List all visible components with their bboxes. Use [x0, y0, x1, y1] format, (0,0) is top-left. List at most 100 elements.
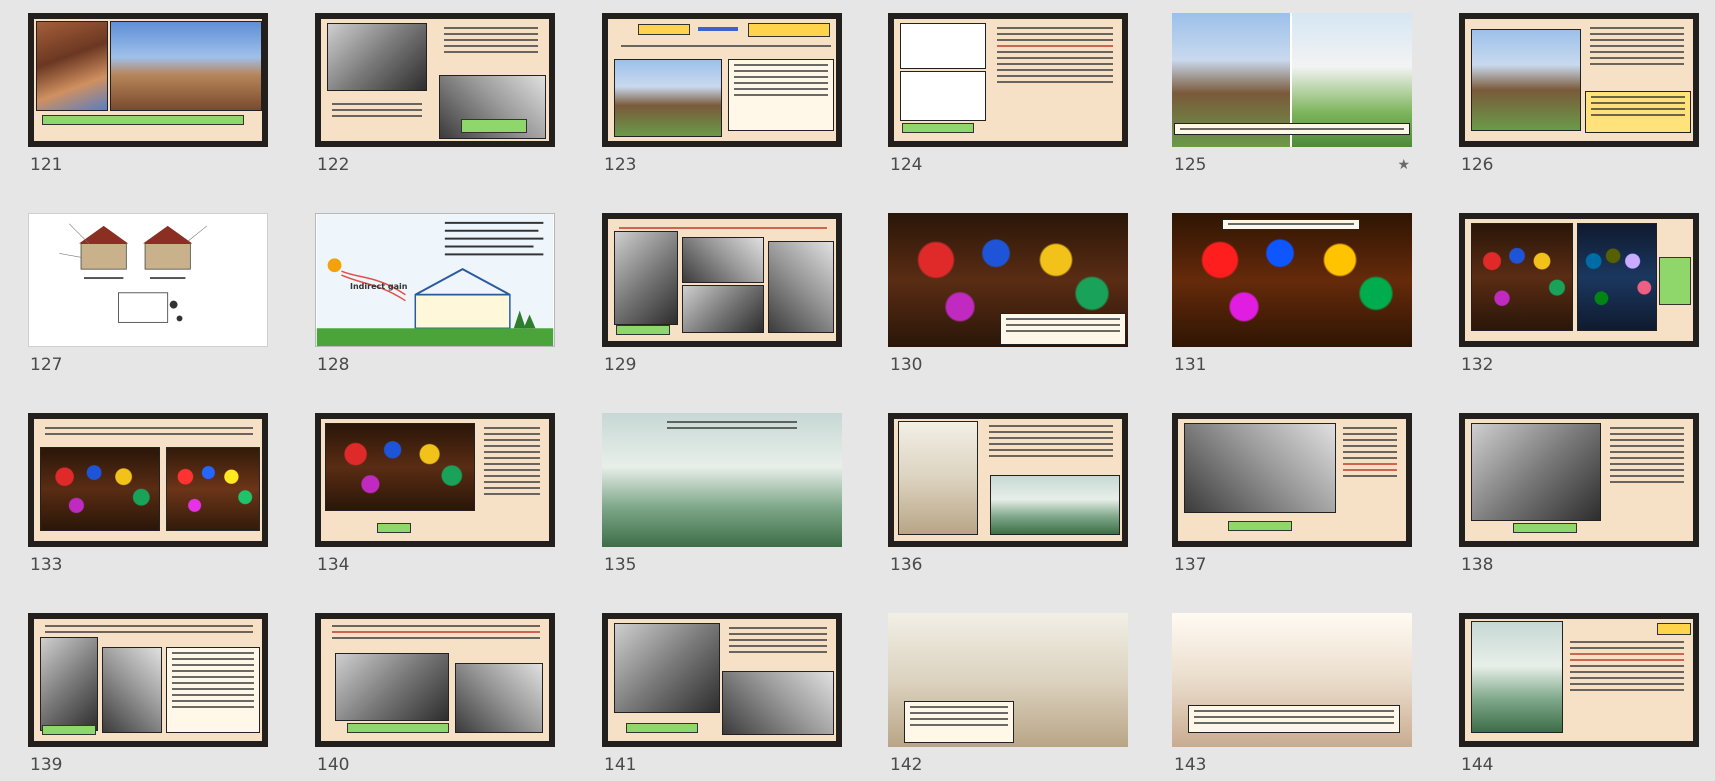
slide-preview[interactable] [602, 213, 842, 347]
slide-number: 122 [317, 155, 350, 175]
slide-image [602, 413, 842, 547]
slide-number: 141 [604, 755, 637, 775]
slide-preview[interactable] [602, 13, 842, 147]
slide-thumbnail-127[interactable]: 127 [28, 213, 268, 375]
slide-text [1585, 91, 1691, 133]
slide-thumbnail-131[interactable]: 131 [1172, 213, 1412, 375]
slide-preview[interactable] [1172, 413, 1412, 547]
slide-image [325, 423, 475, 511]
slide-number: 121 [30, 155, 63, 175]
slide-thumbnail-134[interactable]: 134 [315, 413, 555, 575]
slide-thumbnail-121[interactable]: 121 [28, 13, 268, 175]
slide-preview[interactable] [1172, 213, 1412, 347]
slide-thumbnail-126[interactable]: 126 [1459, 13, 1699, 175]
slide-thumbnail-136[interactable]: 136 [888, 413, 1128, 575]
slide-thumbnail-129[interactable]: 129 [602, 213, 842, 375]
slide-preview[interactable] [28, 13, 268, 147]
slide-preview[interactable] [888, 613, 1128, 747]
slide-preview[interactable] [315, 413, 555, 547]
slide-text [327, 621, 545, 643]
slide-thumbnail-141[interactable]: 141 [602, 613, 842, 775]
slide-image [327, 23, 427, 91]
slide-number: 132 [1461, 355, 1494, 375]
slide-image [682, 237, 764, 283]
slide-image [1577, 223, 1657, 331]
slide-number: 133 [30, 555, 63, 575]
slide-thumbnail-128[interactable]: Indirect gain 128 [315, 213, 555, 375]
title-label [748, 23, 830, 37]
slide-image [722, 671, 834, 735]
slide-number: 128 [317, 355, 350, 375]
slide-image [614, 231, 678, 325]
slide-preview[interactable] [1172, 613, 1412, 747]
slide-thumbnail-133[interactable]: 133 [28, 413, 268, 575]
slide-image [1172, 213, 1412, 347]
slide-number: 134 [317, 555, 350, 575]
slide-preview[interactable] [315, 13, 555, 147]
slide-text [616, 41, 836, 51]
slide-number: 127 [30, 355, 63, 375]
slide-image [40, 637, 98, 731]
slide-preview[interactable] [888, 413, 1128, 547]
slide-number: 129 [604, 355, 637, 375]
slide-image [335, 653, 449, 721]
slide-image [614, 59, 722, 137]
slide-image [36, 21, 108, 111]
slide-preview[interactable] [888, 13, 1128, 147]
slide-thumbnail-130[interactable]: 130 [888, 213, 1128, 375]
slide-text [327, 99, 427, 121]
slide-text [662, 417, 802, 433]
slide-thumbnail-122[interactable]: 122 [315, 13, 555, 175]
slide-thumbnail-143[interactable]: 143 [1172, 613, 1412, 775]
caption-label [461, 119, 527, 133]
slide-preview[interactable] [28, 413, 268, 547]
slide-number: 131 [1174, 355, 1207, 375]
diagram-image [900, 71, 986, 121]
slide-preview[interactable] [1459, 213, 1699, 347]
slide-preview[interactable] [1459, 613, 1699, 747]
slide-preview[interactable] [1172, 13, 1412, 147]
slide-number: 124 [890, 155, 923, 175]
slide-thumbnail-124[interactable]: 124 [888, 13, 1128, 175]
slide-preview[interactable] [1459, 13, 1699, 147]
slide-text [1000, 313, 1126, 345]
star-icon: ★ [1397, 157, 1410, 173]
caption-label [347, 723, 449, 733]
slide-preview[interactable] [888, 213, 1128, 347]
slide-number: 142 [890, 755, 923, 775]
slide-image [1471, 621, 1563, 733]
slide-thumbnail-135[interactable]: 135 [602, 413, 842, 575]
slide-thumbnail-132[interactable]: 132 [1459, 213, 1699, 375]
slide-thumbnail-142[interactable]: 142 [888, 613, 1128, 775]
slide-preview[interactable] [28, 213, 268, 347]
slide-preview[interactable] [602, 413, 842, 547]
slide-number: 136 [890, 555, 923, 575]
slide-thumbnail-139[interactable]: 139 [28, 613, 268, 775]
slide-image [1471, 423, 1601, 521]
slide-thumbnail-123[interactable]: 123 [602, 13, 842, 175]
slide-text [439, 23, 543, 69]
slide-preview[interactable] [315, 613, 555, 747]
slide-text [904, 701, 1014, 743]
slide-thumbnail-144[interactable]: 144 [1459, 613, 1699, 775]
slide-preview[interactable] [1459, 413, 1699, 547]
slide-preview[interactable] [28, 613, 268, 747]
slide-thumbnail-138[interactable]: 138 [1459, 413, 1699, 575]
slide-image [990, 475, 1120, 535]
slide-preview[interactable] [602, 613, 842, 747]
slide-text [1188, 705, 1400, 733]
slide-preview[interactable]: Indirect gain [315, 213, 555, 347]
slide-text [984, 421, 1118, 461]
slide-number: 135 [604, 555, 637, 575]
indirect-gain-diagram [316, 214, 554, 346]
slide-thumbnail-140[interactable]: 140 [315, 613, 555, 775]
slide-number: 137 [1174, 555, 1207, 575]
slide-number: 130 [890, 355, 923, 375]
slide-thumbnail-125[interactable]: 125 ★ [1172, 13, 1412, 175]
slide-number: 140 [317, 755, 350, 775]
slide-image [1184, 423, 1336, 513]
slide-thumbnail-137[interactable]: 137 [1172, 413, 1412, 575]
caption-label [902, 123, 974, 133]
slide-text [1605, 423, 1689, 487]
caption-label [616, 325, 670, 335]
